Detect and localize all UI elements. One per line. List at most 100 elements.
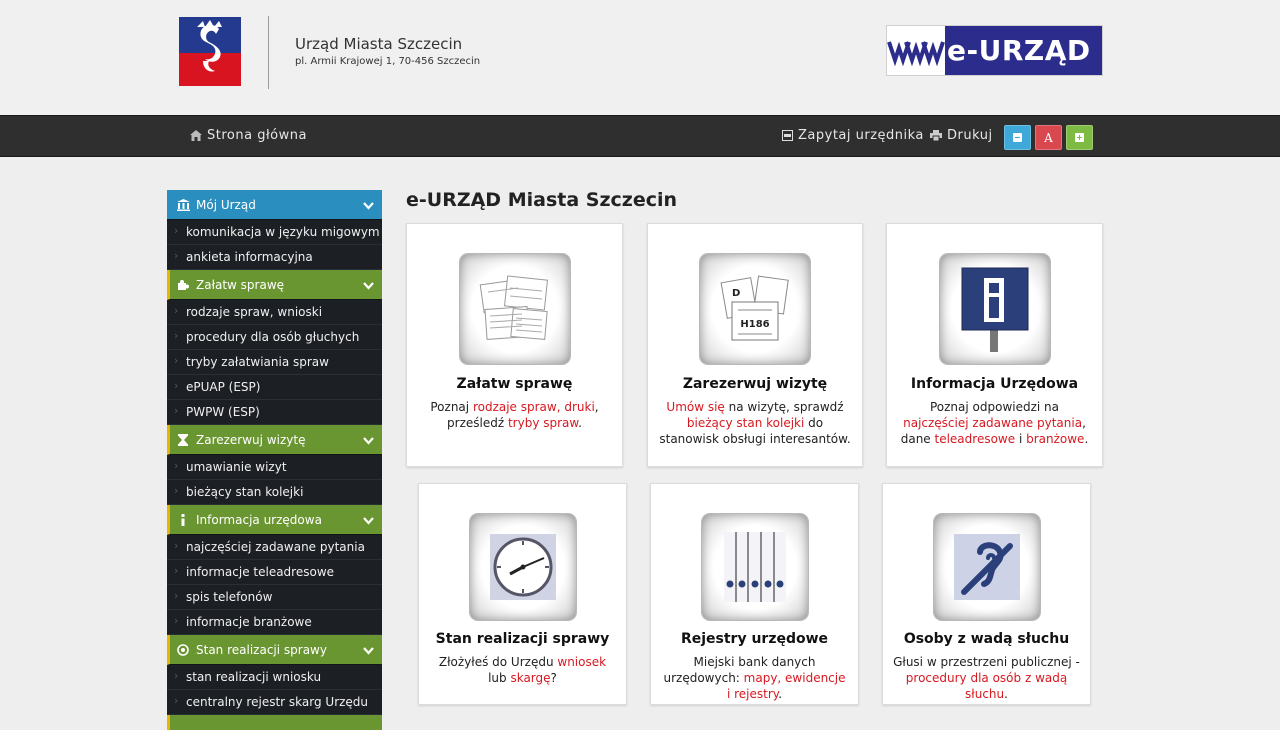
card-link[interactable]: skargę xyxy=(510,671,550,685)
sidebar-item[interactable]: umawianie wizyt xyxy=(167,455,382,480)
sidebar-section-header[interactable]: Stan realizacji sprawy xyxy=(167,635,382,665)
contrast-font-button[interactable]: A xyxy=(1035,125,1062,150)
card-link[interactable]: rodzaje spraw, druki xyxy=(473,400,595,414)
card-link[interactable]: branżowe xyxy=(1026,432,1084,446)
binders-icon xyxy=(701,514,808,620)
info-icon xyxy=(176,513,190,526)
szczecin-crest-logo[interactable] xyxy=(179,17,241,86)
sidebar-section-label: Załatw sprawę xyxy=(196,277,285,292)
sidebar-section-header[interactable]: Zarezerwuj wizytę xyxy=(167,425,382,455)
card-book-visit[interactable]: H186 D Zarezerwuj wizytę Umów się na wiz… xyxy=(647,223,863,467)
www-wave-icon xyxy=(887,26,945,75)
office-name: Urząd Miasta Szczecin xyxy=(295,35,463,53)
sidebar-item[interactable]: ePUAP (ESP) xyxy=(167,375,382,400)
print-link[interactable]: Drukuj xyxy=(930,128,993,143)
plus-icon xyxy=(1075,133,1084,142)
font-decrease-button[interactable] xyxy=(1004,125,1031,150)
sidebar-section-header[interactable]: Załatw sprawę xyxy=(167,270,382,300)
card-text: . xyxy=(778,687,783,701)
hourglass-icon xyxy=(176,433,190,446)
sidebar-section-header[interactable]: Mój Urząd xyxy=(167,190,382,220)
sidebar-item[interactable]: PWPW (ESP) xyxy=(167,400,382,425)
clock-icon xyxy=(469,514,576,620)
card-registers[interactable]: Rejestry urzędowe Miejski bank danych ur… xyxy=(650,483,859,705)
card-link[interactable]: wniosek xyxy=(557,655,606,669)
home-icon xyxy=(190,130,202,141)
circle-dot-icon xyxy=(176,643,190,656)
font-increase-button[interactable] xyxy=(1066,125,1093,150)
card-text: Poznaj xyxy=(430,400,473,414)
card-text: ? xyxy=(550,671,557,685)
sidebar-section-label: Mój Urząd xyxy=(196,197,256,212)
card-link[interactable]: Umów się xyxy=(666,400,724,414)
header-divider xyxy=(268,16,269,89)
sidebar-item[interactable]: ankieta informacyjna xyxy=(167,245,382,270)
sidebar-item[interactable]: informacje branżowe xyxy=(167,610,382,635)
sidebar-item[interactable]: rodzaje spraw, wnioski xyxy=(167,300,382,325)
card-title: Informacja Urzędowa xyxy=(910,376,1079,392)
card-official-info[interactable]: Informacja Urzędowa Poznaj odpowiedzi na… xyxy=(886,223,1103,467)
card-case-status[interactable]: Stan realizacji sprawy Złożyłeś do Urzęd… xyxy=(418,483,627,705)
page-title: e-URZĄD Miasta Szczecin xyxy=(406,189,678,211)
sidebar-section-label: Stan realizacji sprawy xyxy=(196,642,327,657)
sidebar-item[interactable]: informacje teleadresowe xyxy=(167,560,382,585)
card-text: Złożyłeś do Urzędu xyxy=(438,655,558,669)
info-sign-icon xyxy=(939,254,1050,364)
svg-text:D: D xyxy=(732,288,740,299)
sidebar-section-label: Informacja urzędowa xyxy=(196,512,322,527)
sidebar-item[interactable]: spis telefonów xyxy=(167,585,382,610)
card-text: na wizytę, sprawdź xyxy=(724,400,844,414)
chevron-down-icon[interactable] xyxy=(363,644,374,658)
print-label: Drukuj xyxy=(947,128,993,143)
card-hearing-impaired[interactable]: Osoby z wadą słuchu Głusi w przestrzeni … xyxy=(882,483,1091,705)
card-settle-matter[interactable]: Załatw sprawę Poznaj rodzaje spraw, druk… xyxy=(406,223,623,467)
sidebar-item[interactable]: najczęściej zadawane pytania xyxy=(167,535,382,560)
card-title: Osoby z wadą słuchu xyxy=(903,631,1070,647)
card-text: . xyxy=(1004,687,1008,701)
card-text: . xyxy=(578,416,582,430)
card-link[interactable]: bieżący stan kolejki xyxy=(687,416,804,430)
card-title: Stan realizacji sprawy xyxy=(435,631,610,647)
sidebar-item[interactable]: stan realizacji wniosku xyxy=(167,665,382,690)
print-icon xyxy=(930,130,942,141)
puzzle-icon xyxy=(176,279,190,291)
hearing-impaired-icon xyxy=(933,514,1040,620)
sidebar-item[interactable]: tryby załatwiania spraw xyxy=(167,350,382,375)
chevron-down-icon[interactable] xyxy=(363,514,374,528)
card-link[interactable]: tryby spraw xyxy=(508,416,578,430)
sidebar-item[interactable]: procedury dla osób głuchych xyxy=(167,325,382,350)
chevron-down-icon[interactable] xyxy=(363,199,374,213)
chevron-down-icon[interactable] xyxy=(363,434,374,448)
card-link[interactable]: mapy, ewidencje i rejestry xyxy=(727,671,846,701)
e-urzad-logo[interactable]: e-URZĄD xyxy=(886,25,1103,76)
office-address: pl. Armii Krajowej 1, 70-456 Szczecin xyxy=(295,56,481,67)
ask-official-link[interactable]: Zapytaj urzędnika xyxy=(782,128,924,143)
card-title: Rejestry urzędowe xyxy=(680,631,829,647)
chevron-down-icon[interactable] xyxy=(363,279,374,293)
card-link[interactable]: najczęściej zadawane pytania xyxy=(903,416,1082,430)
sidebar-item[interactable]: komunikacja w języku migowym xyxy=(167,220,382,245)
card-title: Załatw sprawę xyxy=(456,376,573,392)
minus-icon xyxy=(1013,133,1022,142)
sidebar-item[interactable]: centralny rejestr skarg Urzędu xyxy=(167,690,382,715)
form-icon xyxy=(782,130,793,141)
sidebar-section-header[interactable] xyxy=(167,715,382,730)
card-description: Umów się na wizytę, sprawdź bieżący stan… xyxy=(658,399,852,447)
card-text: Poznaj odpowiedzi na xyxy=(929,400,1060,414)
card-link[interactable]: procedury dla osób z wadą słuchu xyxy=(906,671,1067,701)
card-text: i xyxy=(1015,432,1027,446)
card-link[interactable]: teleadresowe xyxy=(935,432,1016,446)
documents-icon xyxy=(459,254,570,364)
card-description: Miejski bank danych urzędowych: mapy, ew… xyxy=(661,654,848,702)
e-urzad-logo-text: e-URZĄD xyxy=(947,34,1091,67)
card-description: Głusi w przestrzeni publicznej - procedu… xyxy=(893,654,1080,702)
site-header: Urząd Miasta Szczecin pl. Armii Krajowej… xyxy=(0,0,1280,115)
card-text: Głusi w przestrzeni publicznej - xyxy=(893,655,1080,669)
home-link[interactable]: Strona główna xyxy=(190,128,307,143)
sidebar-section-header[interactable]: Informacja urzędowa xyxy=(167,505,382,535)
sidebar-item[interactable]: bieżący stan kolejki xyxy=(167,480,382,505)
card-text: . xyxy=(1084,432,1089,446)
ask-official-label: Zapytaj urzędnika xyxy=(798,128,924,143)
bank-icon xyxy=(176,198,190,211)
top-navbar: Strona główna Zapytaj urzędnika Drukuj A xyxy=(0,115,1280,157)
